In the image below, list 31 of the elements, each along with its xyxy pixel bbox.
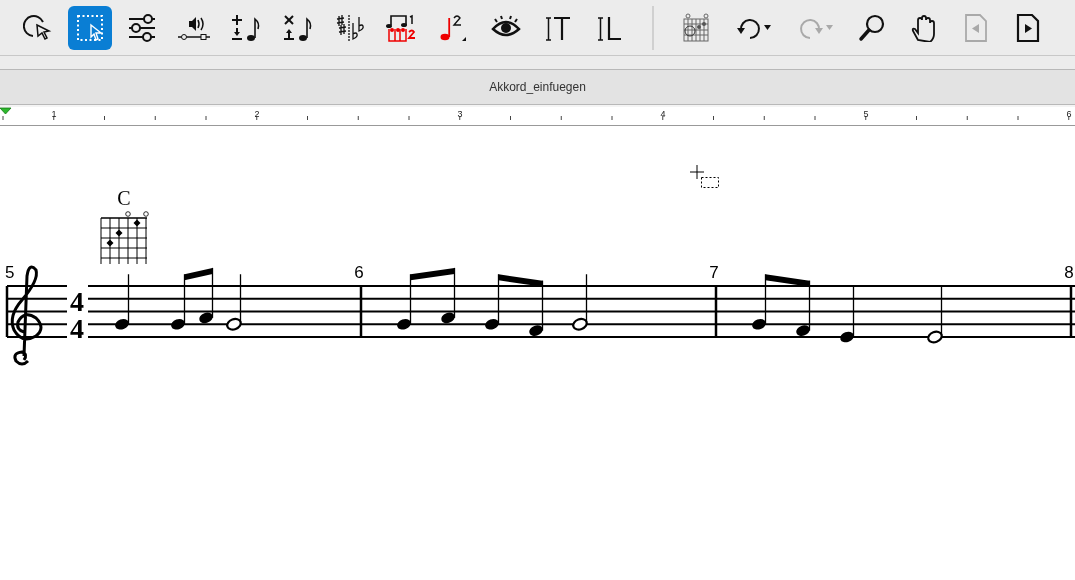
pointer-icon [23, 13, 53, 42]
sharp-flat-icon [335, 12, 365, 43]
measure-number: 6 [354, 263, 364, 282]
previous-page-icon [964, 12, 988, 43]
document-title: Akkord_einfuegen [489, 80, 586, 94]
search-icon [858, 13, 886, 42]
measure-number: 7 [709, 263, 719, 282]
remove-note-icon [282, 12, 314, 43]
selection-icon [75, 12, 105, 43]
caret-icon [825, 25, 833, 30]
chord-diagram[interactable] [100, 211, 149, 265]
add-note-icon [230, 12, 262, 43]
next-page-icon [1016, 12, 1040, 43]
ruler-label: 1 [51, 109, 57, 119]
position-marker-icon[interactable] [0, 107, 12, 115]
ruler-label: 4 [660, 109, 666, 119]
chord-grid-icon [681, 12, 711, 43]
measure-number: 8 [1064, 263, 1074, 282]
ruler-label: 2 [254, 109, 260, 119]
ruler-label: 3 [457, 109, 463, 119]
voices-icon [386, 12, 418, 43]
ruler-label: 6 [1066, 109, 1072, 119]
measure-number: 5 [5, 263, 15, 282]
crosshair-cursor-icon [689, 164, 719, 188]
caret-icon [763, 25, 771, 30]
fingering-note-icon [439, 12, 469, 43]
marquee-button[interactable] [68, 5, 112, 50]
sliders-icon [127, 12, 157, 43]
hand-icon [910, 13, 938, 42]
chord-name: C [117, 187, 131, 209]
ruler-label: 5 [863, 109, 869, 119]
